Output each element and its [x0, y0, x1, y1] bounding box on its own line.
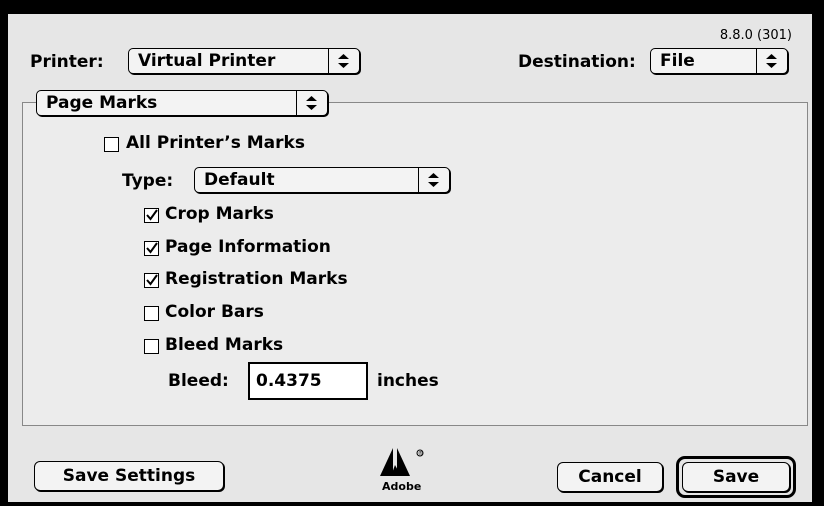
destination-popup[interactable]: File: [650, 48, 788, 74]
checkmark-icon: [146, 242, 158, 254]
section-popup-value: Page Marks: [46, 93, 158, 113]
page-marks-dialog: 8.8.0 (301) Printer: Virtual Printer Des…: [8, 14, 812, 502]
color-bars-label: Color Bars: [165, 302, 264, 322]
bleed-unit-label: inches: [377, 371, 439, 391]
updown-arrows-icon: [418, 168, 449, 192]
printer-label: Printer:: [30, 52, 104, 72]
bleed-input[interactable]: [250, 364, 366, 398]
type-popup[interactable]: Default: [194, 167, 450, 193]
adobe-logo-icon: ® Adobe: [380, 448, 424, 493]
section-popup[interactable]: Page Marks: [36, 90, 328, 116]
bleed-marks-checkbox[interactable]: [144, 339, 159, 354]
save-button[interactable]: Save: [682, 462, 790, 492]
printer-popup-value: Virtual Printer: [138, 51, 276, 71]
registration-marks-checkbox[interactable]: [144, 273, 159, 288]
destination-label: Destination:: [518, 52, 636, 72]
save-settings-button[interactable]: Save Settings: [34, 461, 224, 491]
crop-marks-label: Crop Marks: [165, 204, 274, 224]
crop-marks-checkbox[interactable]: [144, 208, 159, 223]
printer-popup[interactable]: Virtual Printer: [128, 48, 360, 74]
all-printers-marks-label: All Printer’s Marks: [126, 133, 305, 153]
updown-arrows-icon: [328, 49, 359, 73]
type-label: Type:: [122, 171, 174, 191]
registration-marks-label: Registration Marks: [165, 269, 348, 289]
adobe-logo-text: Adobe: [382, 480, 421, 493]
color-bars-checkbox[interactable]: [144, 306, 159, 321]
page-information-checkbox[interactable]: [144, 241, 159, 256]
adobe-logo: ® Adobe: [378, 446, 438, 498]
bleed-input-field[interactable]: [248, 362, 368, 400]
all-printers-marks-checkbox[interactable]: [104, 137, 119, 152]
type-popup-value: Default: [204, 170, 275, 190]
version-label: 8.8.0 (301): [719, 28, 792, 43]
updown-arrows-icon: [296, 91, 327, 115]
checkmark-icon: [146, 209, 158, 221]
svg-text:®: ®: [418, 450, 423, 457]
updown-arrows-icon: [756, 49, 787, 73]
checkmark-icon: [146, 274, 158, 286]
page-information-label: Page Information: [165, 237, 331, 257]
bleed-label: Bleed:: [168, 371, 229, 391]
bleed-marks-label: Bleed Marks: [165, 335, 284, 355]
cancel-button[interactable]: Cancel: [557, 462, 663, 492]
destination-popup-value: File: [660, 51, 695, 71]
